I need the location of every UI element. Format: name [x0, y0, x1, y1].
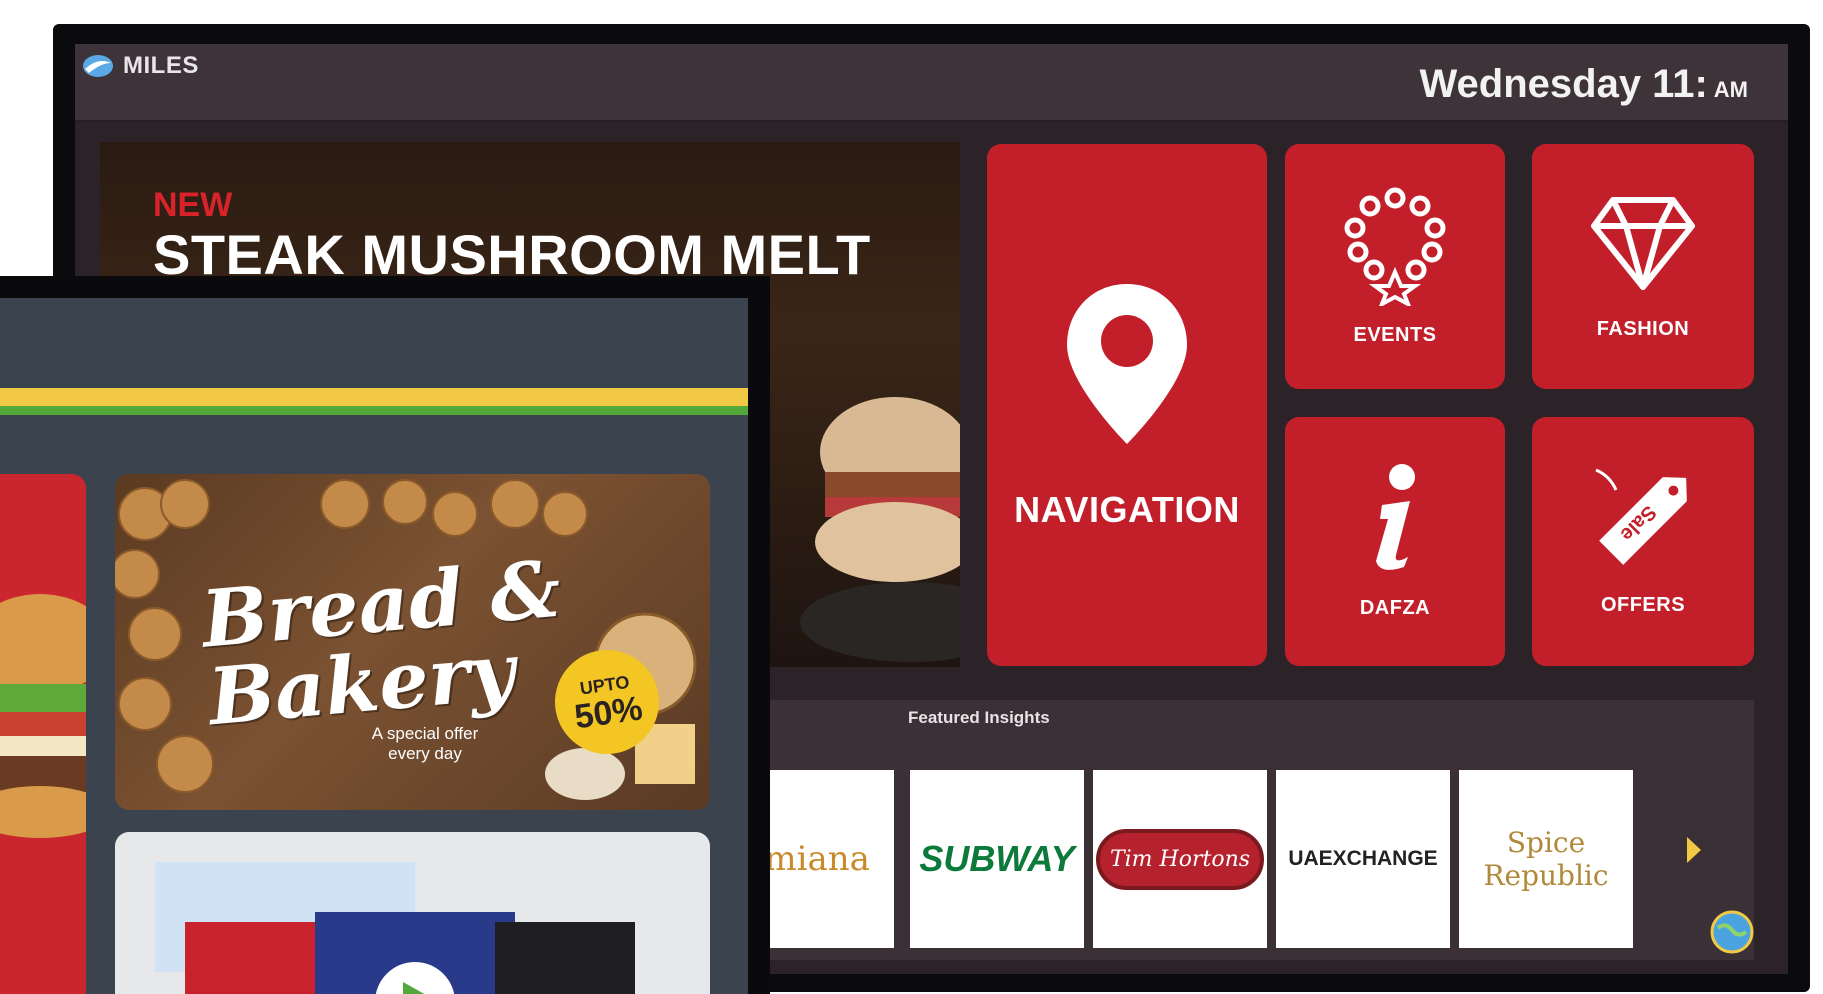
brand-card-spice-republic[interactable]: Spice Republic	[1459, 770, 1633, 948]
tile-navigation[interactable]: NAVIGATION	[987, 144, 1267, 666]
clock-ampm: AM	[1713, 77, 1748, 102]
brand-logo-text: SUBWAY	[919, 838, 1075, 879]
next-arrow-icon[interactable]	[1685, 835, 1703, 865]
tile-label: NAVIGATION	[1014, 489, 1240, 530]
bakery-subtitle: A special offer every day	[371, 724, 479, 763]
grocery-card[interactable]	[115, 832, 710, 994]
brand-logo-text: Tim Hortons	[1095, 828, 1265, 890]
sale-tag-icon: Sale	[1595, 468, 1687, 565]
tile-fashion[interactable]: FASHION	[1532, 144, 1754, 389]
brand-swoosh-icon	[83, 55, 113, 77]
tile-label: OFFERS	[1600, 594, 1686, 616]
brand-card-subway[interactable]: SUBWAY	[910, 770, 1084, 948]
featured-title: Featured Insights	[908, 708, 1050, 727]
tile-label: EVENTS	[1353, 324, 1437, 346]
globe-icon[interactable]	[1710, 910, 1754, 954]
grocery-products-image	[155, 862, 635, 994]
tile-label: FASHION	[1596, 318, 1690, 340]
brand-logo[interactable]: MILES	[81, 50, 199, 82]
necklace-icon	[1344, 187, 1446, 306]
burger-image	[0, 594, 86, 838]
bread-bakery-card[interactable]: Bread & Bakery UPTO 50% A special offer …	[115, 474, 710, 810]
clock: Wednesday 11: AM	[1420, 62, 1749, 107]
tile-events[interactable]: EVENTS	[1285, 144, 1505, 389]
top-bar: MILES Wednesday 11: AM	[75, 44, 1788, 122]
brand-card-uaexchange[interactable]: UAEXCHANGE	[1276, 770, 1450, 948]
brand-logo-text: UAEXCHANGE	[1288, 847, 1438, 870]
brand-card-tim-hortons[interactable]: Tim Hortons	[1093, 770, 1267, 948]
stripe-yellow	[0, 388, 748, 406]
tile-label: DAFZA	[1359, 597, 1431, 619]
tablet-screen: Bread & Bakery UPTO 50% A special offer …	[0, 298, 748, 994]
location-pin-icon	[1067, 284, 1187, 444]
diamond-icon	[1591, 197, 1695, 290]
promo-new-label: NEW	[153, 186, 233, 224]
badge-percent: 50%	[572, 688, 645, 736]
sandwich-image	[800, 397, 960, 662]
tablet-device: Bread & Bakery UPTO 50% A special offer …	[0, 276, 770, 994]
bakery-title: Bread & Bakery	[198, 544, 571, 744]
info-icon	[1376, 464, 1415, 570]
tile-dafza[interactable]: DAFZA	[1285, 417, 1505, 666]
burger-card[interactable]	[0, 474, 86, 994]
brand-name: MILES	[123, 52, 199, 79]
brand-logo-text: Spice Republic	[1483, 826, 1609, 892]
tile-offers[interactable]: Sale OFFERS	[1532, 417, 1754, 666]
clock-time: Wednesday 11:	[1419, 62, 1708, 106]
stripe-green	[0, 406, 748, 415]
